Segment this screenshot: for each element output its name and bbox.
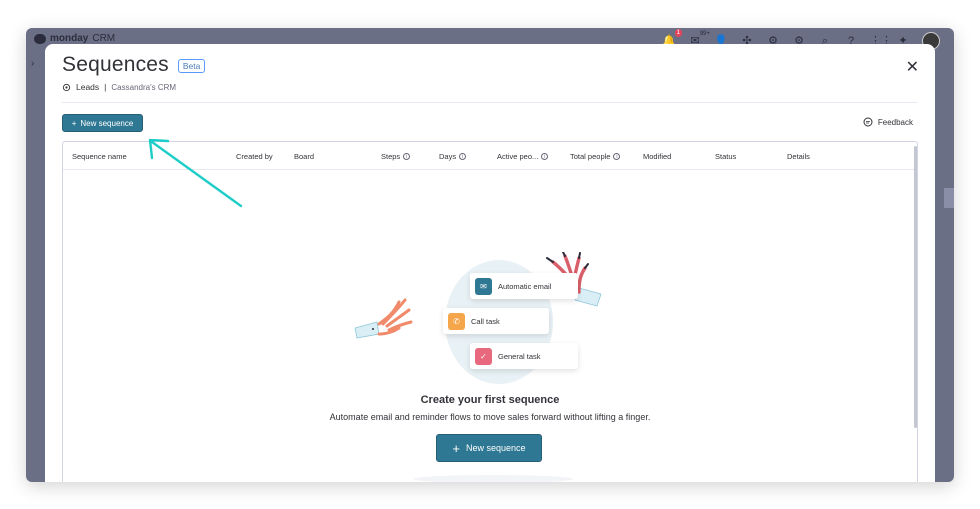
sequences-modal: Sequences Beta ✕ Leads | Cassandra's CRM… xyxy=(45,44,935,482)
create-sequence-button[interactable]: + New sequence xyxy=(436,434,542,462)
email-icon: ✉ xyxy=(475,277,492,295)
side-panel-edge xyxy=(944,188,954,208)
title-row: Sequences Beta xyxy=(62,53,206,77)
new-sequence-button[interactable]: + New sequence xyxy=(62,114,143,132)
left-hand-icon xyxy=(354,298,413,339)
sequences-table: Sequence name Created by Board Steps i Da… xyxy=(62,141,918,482)
feedback-label: Feedback xyxy=(877,117,913,127)
close-icon[interactable]: ✕ xyxy=(906,57,919,77)
page-title: Sequences xyxy=(62,53,169,76)
button-shadow xyxy=(413,475,573,482)
plus-icon: + xyxy=(71,118,77,128)
product-name: CRM xyxy=(92,33,116,44)
target-icon xyxy=(62,83,71,91)
empty-state-subtitle: Automate email and reminder flows to mov… xyxy=(329,412,651,422)
card-general-task: ✓ General task xyxy=(470,343,578,369)
card-label: Automatic email xyxy=(498,281,552,291)
new-sequence-label: New sequence xyxy=(80,118,134,128)
divider xyxy=(62,102,918,103)
empty-state: ✉ Automatic email ✆ Call task ✓ General … xyxy=(63,142,917,482)
feedback-icon xyxy=(863,117,873,127)
breadcrumb-separator: | xyxy=(104,82,107,92)
empty-state-title: Create your first sequence xyxy=(420,394,560,406)
breadcrumb-board[interactable]: Cassandra's CRM xyxy=(111,83,176,92)
card-automatic-email: ✉ Automatic email xyxy=(470,273,578,299)
breadcrumb: Leads | Cassandra's CRM xyxy=(62,82,176,92)
beta-badge: Beta xyxy=(177,59,206,73)
notification-badge: 1 xyxy=(674,29,682,37)
checkbox-icon: ✓ xyxy=(475,347,492,365)
inbox-badge: 99+ xyxy=(699,31,710,37)
logo-mark-icon xyxy=(34,33,46,44)
card-label: General task xyxy=(498,351,541,361)
plus-icon: + xyxy=(452,440,461,456)
breadcrumb-leads[interactable]: Leads xyxy=(76,82,99,92)
phone-icon: ✆ xyxy=(448,312,465,330)
card-call-task: ✆ Call task xyxy=(443,308,549,334)
sequence-illustration: ✉ Automatic email ✆ Call task ✓ General … xyxy=(353,252,613,387)
chevron-right-icon[interactable]: › xyxy=(31,58,34,69)
brand-name: monday xyxy=(50,33,89,44)
create-sequence-label: New sequence xyxy=(466,443,526,453)
feedback-button[interactable]: Feedback xyxy=(863,117,913,127)
card-label: Call task xyxy=(471,316,500,326)
monday-logo: monday CRM xyxy=(34,33,115,44)
